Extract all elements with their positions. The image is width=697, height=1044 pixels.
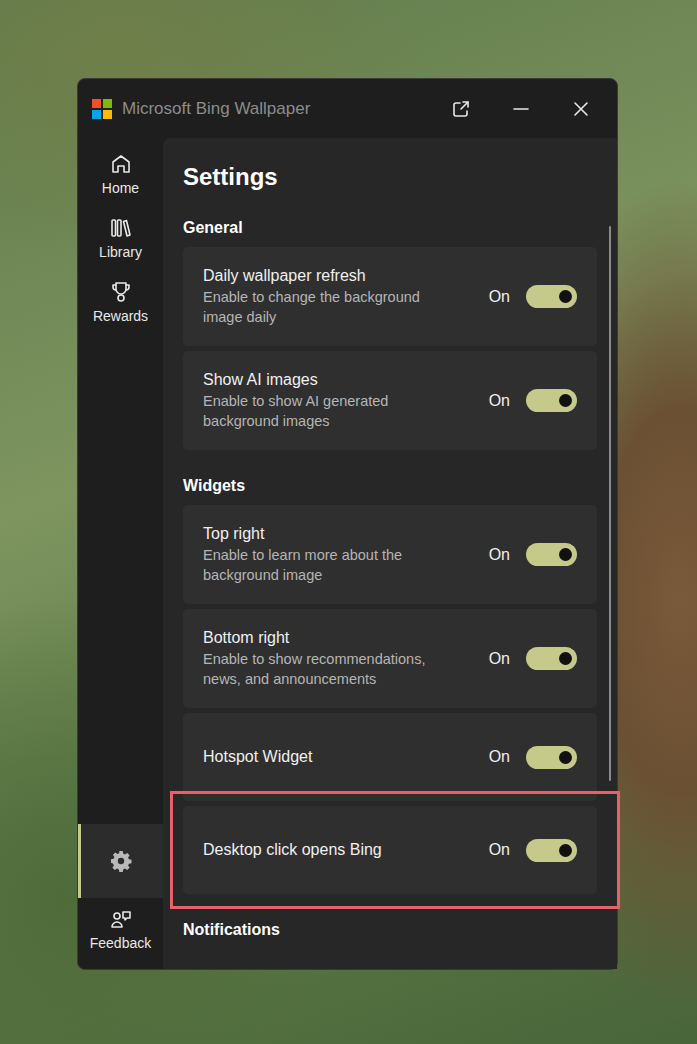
toggle-knob <box>559 844 572 857</box>
sidebar-item[interactable]: Library <box>78 202 163 266</box>
sidebar-label: Home <box>102 180 139 196</box>
sidebar-label: Feedback <box>90 935 151 951</box>
toggle-knob <box>559 394 572 407</box>
sidebar: Home Library Rewards Feedback <box>78 138 163 969</box>
scrollbar[interactable] <box>609 226 611 781</box>
toggle-switch[interactable] <box>526 389 577 412</box>
setting-row: Hotspot WidgetOn <box>183 713 597 801</box>
window-title: Microsoft Bing Wallpaper <box>122 99 423 119</box>
selection-indicator <box>78 824 81 898</box>
title-bar: Microsoft Bing Wallpaper <box>78 79 617 138</box>
setting-row: Bottom rightEnable to show recommendatio… <box>183 609 597 708</box>
sidebar-item[interactable]: Home <box>78 138 163 202</box>
toggle-state: On <box>489 748 510 766</box>
page-title: Settings <box>183 160 597 194</box>
toggle-state: On <box>489 392 510 410</box>
setting-text: Daily wallpaper refreshEnable to change … <box>203 266 489 327</box>
close-icon <box>571 99 591 119</box>
setting-title: Show AI images <box>203 370 489 390</box>
toggle-state: On <box>489 546 510 564</box>
toggle-switch[interactable] <box>526 647 577 670</box>
setting-text: Hotspot Widget <box>203 747 489 767</box>
sidebar-label: Rewards <box>93 308 148 324</box>
setting-row: Daily wallpaper refreshEnable to change … <box>183 247 597 346</box>
share-icon <box>451 99 471 119</box>
setting-text: Top rightEnable to learn more about the … <box>203 524 489 585</box>
setting-description: Enable to learn more about the backgroun… <box>203 545 448 585</box>
setting-description: Enable to change the background image da… <box>203 287 448 327</box>
settings-panel: SettingsGeneralDaily wallpaper refreshEn… <box>163 138 617 969</box>
sidebar-item[interactable]: Rewards <box>78 266 163 330</box>
settings-list: Daily wallpaper refreshEnable to change … <box>183 247 597 450</box>
minimize-button[interactable] <box>499 91 543 127</box>
settings-nav-item[interactable] <box>78 824 163 898</box>
setting-description: Enable to show recommendations, news, an… <box>203 649 448 689</box>
app-window: Microsoft Bing Wallpaper Home Library Rewar… <box>77 78 618 970</box>
settings-section: Notifications <box>183 920 597 940</box>
sidebar-spacer <box>78 330 163 824</box>
toggle-knob <box>559 290 572 303</box>
setting-row: Show AI imagesEnable to show AI generate… <box>183 351 597 450</box>
logo-square <box>103 99 112 108</box>
setting-row: Desktop click opens BingOn <box>183 806 597 894</box>
close-button[interactable] <box>559 91 603 127</box>
setting-row: Top rightEnable to learn more about the … <box>183 505 597 604</box>
share-button[interactable] <box>439 91 483 127</box>
toggle-switch[interactable] <box>526 285 577 308</box>
toggle-switch[interactable] <box>526 543 577 566</box>
feedback-nav-item[interactable]: Feedback <box>78 898 163 969</box>
logo-square <box>92 99 101 108</box>
setting-text: Desktop click opens Bing <box>203 840 489 860</box>
section-title: Widgets <box>183 476 597 496</box>
setting-title: Bottom right <box>203 628 489 648</box>
highlight-box <box>170 791 620 909</box>
settings-section: Widgets Top rightEnable to learn more abo… <box>183 476 597 894</box>
minimize-icon <box>511 99 531 119</box>
settings-list: Top rightEnable to learn more about the … <box>183 505 597 894</box>
setting-text: Bottom rightEnable to show recommendatio… <box>203 628 489 689</box>
trophy-icon <box>109 280 133 304</box>
setting-title: Hotspot Widget <box>203 747 489 767</box>
home-icon <box>109 152 133 176</box>
section-title: Notifications <box>183 920 597 940</box>
microsoft-logo-icon <box>92 99 112 119</box>
toggle-state: On <box>489 650 510 668</box>
toggle-knob <box>559 548 572 561</box>
setting-title: Daily wallpaper refresh <box>203 266 489 286</box>
settings-section: GeneralDaily wallpaper refreshEnable to … <box>183 218 597 450</box>
setting-text: Show AI imagesEnable to show AI generate… <box>203 370 489 431</box>
toggle-knob <box>559 652 572 665</box>
setting-description: Enable to show AI generated background i… <box>203 391 448 431</box>
feedback-icon <box>109 908 133 932</box>
library-icon <box>109 216 133 240</box>
logo-square <box>92 110 101 119</box>
toggle-knob <box>559 751 572 764</box>
window-body: Home Library Rewards Feedback Settings Genera… <box>78 138 617 969</box>
toggle-state: On <box>489 288 510 306</box>
toggle-switch[interactable] <box>526 839 577 862</box>
setting-title: Top right <box>203 524 489 544</box>
sidebar-label: Library <box>99 244 142 260</box>
toggle-switch[interactable] <box>526 746 577 769</box>
toggle-state: On <box>489 841 510 859</box>
section-title: General <box>183 218 597 238</box>
gear-icon <box>109 849 133 873</box>
logo-square <box>103 110 112 119</box>
setting-title: Desktop click opens Bing <box>203 840 489 860</box>
